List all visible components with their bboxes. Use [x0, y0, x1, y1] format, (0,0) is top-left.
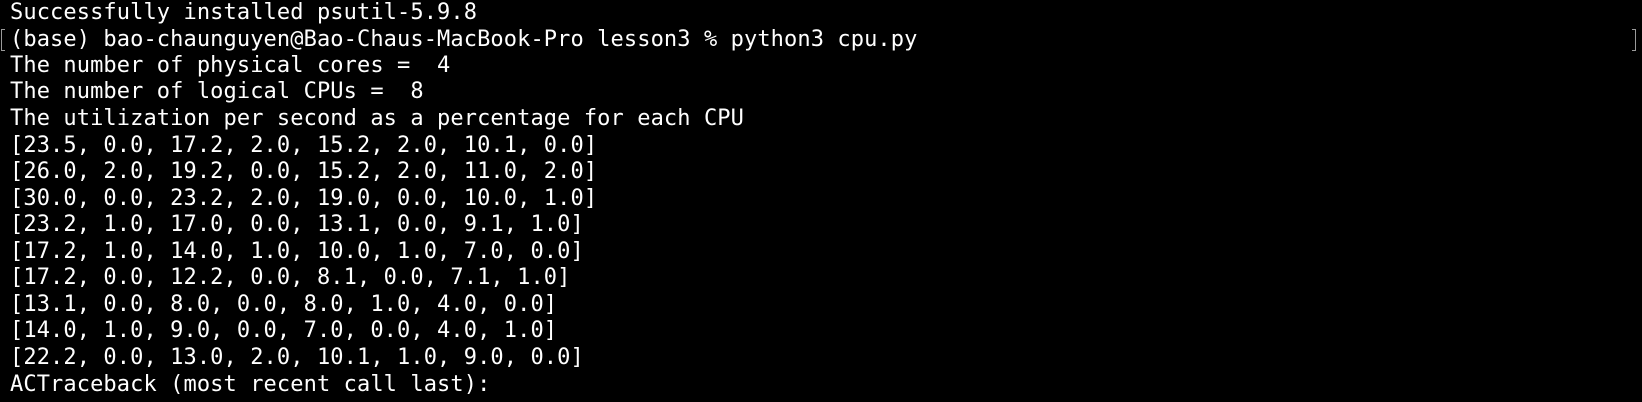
output-line-cpu-sample: [17.2, 0.0, 12.2, 0.0, 8.1, 0.0, 7.1, 1.… — [10, 265, 571, 290]
output-line-cpu-sample: [17.2, 1.0, 14.0, 1.0, 10.0, 1.0, 7.0, 0… — [10, 239, 584, 264]
output-line-utilization-header: The utilization per second as a percenta… — [10, 106, 744, 131]
command-line-prompt: (base) bao-chaunguyen@Bao-Chaus-MacBook-… — [10, 27, 918, 52]
output-line-cpu-sample: [23.2, 1.0, 17.0, 0.0, 13.1, 0.0, 9.1, 1… — [10, 212, 584, 237]
output-line-physical-cores: The number of physical cores = 4 — [10, 53, 451, 78]
output-line-traceback: ACTraceback (most recent call last): — [10, 372, 491, 397]
output-line-logical-cpus: The number of logical CPUs = 8 — [10, 79, 424, 104]
output-line-cpu-sample: [30.0, 0.0, 23.2, 2.0, 19.0, 0.0, 10.0, … — [10, 186, 598, 211]
output-line-install: Successfully installed psutil-5.9.8 — [10, 0, 478, 25]
output-line-cpu-sample: [13.1, 0.0, 8.0, 0.0, 8.0, 1.0, 4.0, 0.0… — [10, 292, 558, 317]
output-line-cpu-sample: [23.5, 0.0, 17.2, 2.0, 15.2, 2.0, 10.1, … — [10, 133, 598, 158]
prompt-mark-right-icon — [1632, 29, 1636, 51]
output-line-cpu-sample: [22.2, 0.0, 13.0, 2.0, 10.1, 1.0, 9.0, 0… — [10, 345, 584, 370]
terminal-window[interactable]: Successfully installed psutil-5.9.8 (bas… — [0, 0, 1642, 402]
output-line-cpu-sample: [14.0, 1.0, 9.0, 0.0, 7.0, 0.0, 4.0, 1.0… — [10, 318, 558, 343]
prompt-mark-left-icon — [1, 29, 5, 51]
output-line-cpu-sample: [26.0, 2.0, 19.2, 0.0, 15.2, 2.0, 11.0, … — [10, 159, 598, 184]
